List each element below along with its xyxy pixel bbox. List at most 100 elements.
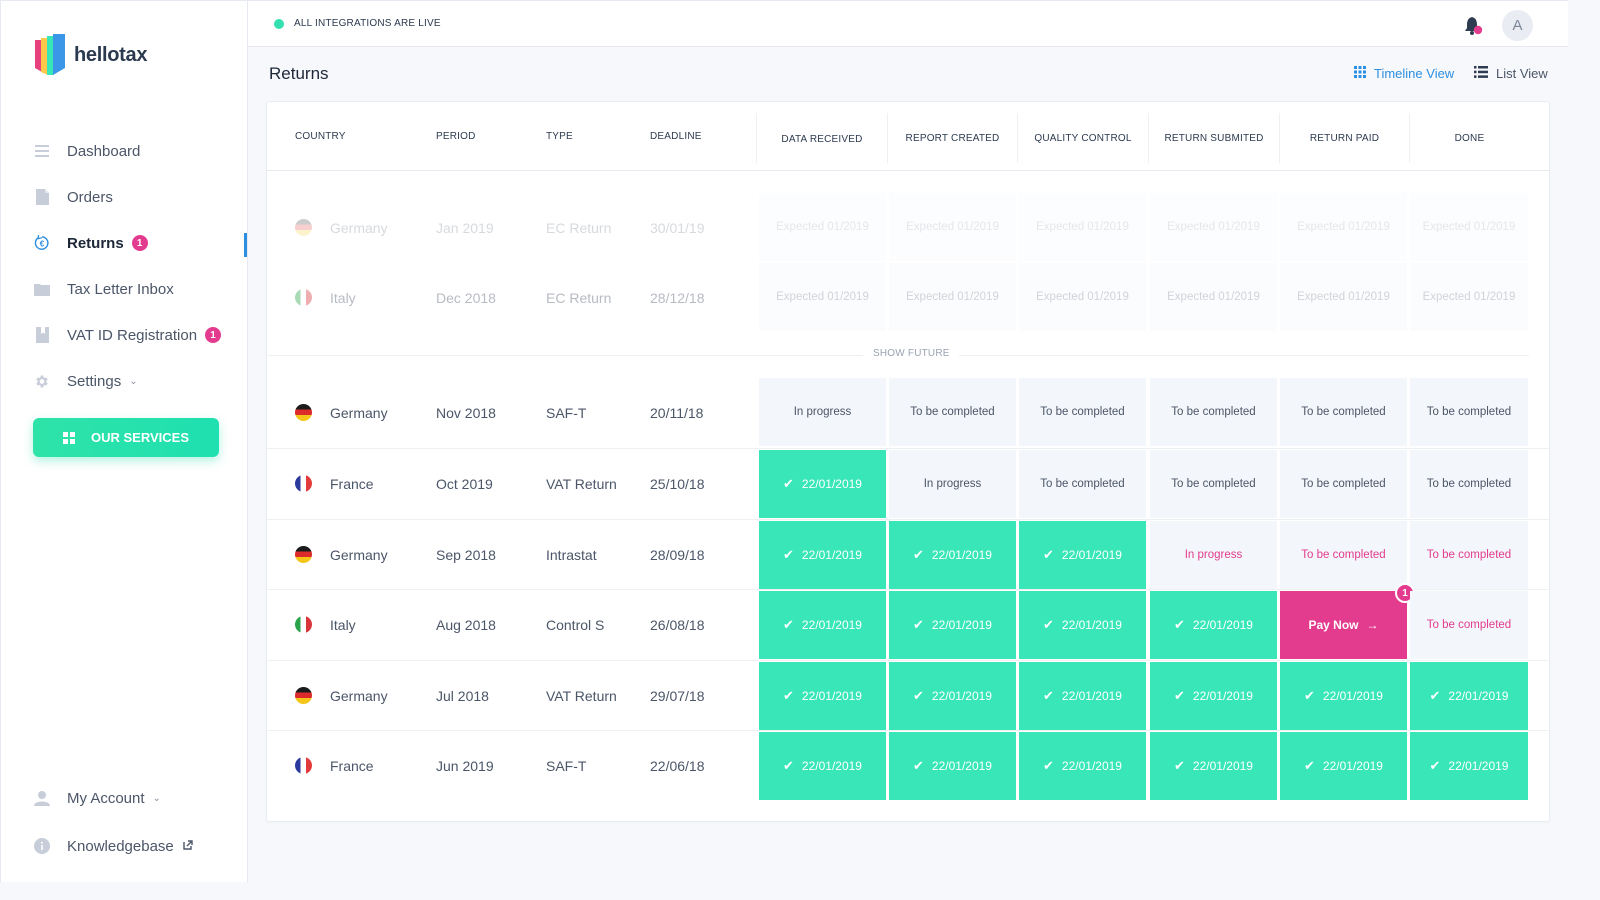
deadline-cell: 28/09/18 (650, 546, 705, 563)
stage-cell: ✔ 22/01/2019 (889, 732, 1016, 800)
deadline-cell: 25/10/18 (650, 476, 705, 493)
stage-status-text: 22/01/2019 (931, 547, 992, 562)
country-cell: Germany (330, 405, 388, 421)
status-text: ALL INTEGRATIONS ARE LIVE (294, 18, 441, 29)
sidebar-item-label: Returns (67, 234, 124, 252)
stage-status-text: Expected 01/2019 (776, 221, 869, 233)
table-row[interactable]: Germany Sep 2018 Intrastat 28/09/18 ✔ 22/01/2… (267, 518, 1549, 589)
check-icon: ✔ (1043, 546, 1054, 562)
column-header-return-submitted: RETURN SUBMITED (1148, 113, 1279, 163)
logo[interactable]: hellotax (35, 34, 147, 76)
period-cell: Jul 2018 (436, 687, 489, 704)
stage-status-text: 22/01/2019 (801, 759, 862, 773)
sidebar-item-returns[interactable]: € Returns 1 (1, 220, 248, 266)
stage-cell: ✔ 22/01/2019 (1410, 732, 1528, 800)
column-header-period[interactable]: PERIOD (436, 102, 476, 171)
show-future-divider: SHOW FUTURE (267, 348, 1549, 362)
period-cell: Sep 2018 (436, 546, 496, 563)
table-row[interactable]: France Jun 2019 SAF-T 22/06/18 ✔ 22/01/2019 ✔ 2… (267, 730, 1549, 800)
stage-status-text: 22/01/2019 (931, 688, 992, 703)
timeline-view-toggle[interactable]: Timeline View (1354, 66, 1454, 81)
table-row[interactable]: France Oct 2019 VAT Return 25/10/18 ✔ 22/01/2… (267, 448, 1549, 519)
avatar[interactable]: A (1502, 10, 1533, 41)
stage-status-text: Expected 01/2019 (1167, 221, 1260, 233)
check-icon: ✔ (1174, 758, 1185, 773)
table-row[interactable]: Italy Aug 2018 Control S 26/08/18 ✔ 22/01/201… (267, 583, 1549, 660)
show-future-button[interactable]: SHOW FUTURE (873, 348, 950, 359)
column-header-type[interactable]: TYPE (546, 102, 573, 171)
sidebar-bottom-nav: My Account ⌄ Knowledgebase (1, 775, 248, 869)
column-header-report-created: REPORT CREATED (887, 113, 1017, 163)
stage-cell: ✔ 22/01/2019 (1410, 661, 1528, 730)
stage-status-text: Expected 01/2019 (1036, 291, 1129, 303)
table-row[interactable]: Germany Jul 2018 VAT Return 29/07/18 ✔ 22/01/… (267, 659, 1549, 730)
avatar-initial: A (1512, 17, 1523, 34)
topbar: ALL INTEGRATIONS ARE LIVE A (248, 0, 1568, 47)
stage-cell: In progress (759, 378, 886, 446)
stage-status-text: Expected 01/2019 (906, 291, 999, 303)
sidebar-item-knowledgebase[interactable]: Knowledgebase (1, 823, 248, 869)
flag-it-icon (295, 289, 312, 306)
future-table-row[interactable]: Germany Jan 2019 EC Return 30/01/19 Expected… (267, 193, 1549, 263)
stage-cell: ✔ 22/01/2019 (1150, 591, 1277, 660)
deadline-cell: 30/01/19 (650, 220, 705, 236)
stage-cell: Expected 01/2019 (1410, 263, 1528, 331)
page-title: Returns (269, 64, 329, 83)
stage-cell: Expected 01/2019 (889, 263, 1016, 331)
stage-cell: To be completed (1150, 378, 1277, 446)
check-icon: ✔ (1174, 617, 1185, 633)
period-cell: Jun 2019 (436, 758, 494, 774)
flag-fr-icon (295, 757, 312, 774)
stage-cell: ✔ 22/01/2019 (1019, 732, 1146, 800)
deadline-cell: 20/11/18 (650, 405, 704, 421)
list-view-toggle[interactable]: List View (1474, 66, 1548, 81)
check-icon: ✔ (1304, 758, 1315, 773)
country-cell: Italy (330, 617, 356, 634)
sidebar-item-vat-id-registration[interactable]: VAT ID Registration 1 (1, 312, 248, 358)
svg-text:€: € (40, 240, 45, 249)
stage-cell: ✔ 22/01/2019 (759, 520, 886, 589)
sidebar-item-tax-letter-inbox[interactable]: Tax Letter Inbox (1, 266, 248, 312)
column-header-return-paid: RETURN PAID (1279, 113, 1409, 163)
stage-cell: ✔ 22/01/2019 (1280, 732, 1407, 800)
stage-status-text: To be completed (1426, 406, 1512, 418)
check-icon: ✔ (783, 758, 794, 773)
our-services-button[interactable]: OUR SERVICES (33, 418, 219, 457)
stage-cell: ✔ 22/01/2019 (1019, 520, 1146, 589)
notification-badge: 1 (131, 235, 148, 251)
column-header-deadline[interactable]: DEADLINE (650, 102, 702, 171)
sidebar-item-my-account[interactable]: My Account ⌄ (1, 775, 248, 821)
info-icon (34, 838, 50, 854)
returns-table: COUNTRY PERIOD TYPE DEADLINE DATA RECEIV… (266, 101, 1550, 822)
stage-cell: Expected 01/2019 (1280, 263, 1407, 331)
table-row[interactable]: Germany Nov 2018 SAF-T 20/11/18 In progress T… (267, 378, 1549, 448)
check-icon: ✔ (913, 687, 924, 703)
stage-cell: ✔ 22/01/2019 (1280, 661, 1407, 730)
deadline-cell: 26/08/18 (650, 617, 705, 634)
notifications-button[interactable] (1463, 15, 1483, 35)
sidebar-item-settings[interactable]: Settings ⌄ (1, 358, 248, 404)
future-table-row[interactable]: Italy Dec 2018 EC Return 28/12/18 Expected 0… (267, 263, 1549, 333)
sidebar-item-orders[interactable]: Orders (1, 174, 248, 220)
check-icon: ✔ (783, 687, 794, 703)
divider-line (267, 355, 863, 356)
stage-status-text: 22/01/2019 (801, 477, 862, 492)
check-icon: ✔ (913, 546, 924, 562)
check-icon: ✔ (1429, 758, 1441, 773)
folder-icon (34, 281, 50, 297)
type-cell: VAT Return (546, 476, 617, 493)
stage-status-text: 22/01/2019 (1061, 547, 1122, 562)
sidebar-item-dashboard[interactable]: Dashboard (1, 128, 248, 174)
stage-status-text: To be completed (1301, 478, 1386, 491)
type-cell: EC Return (546, 220, 612, 236)
check-icon: ✔ (1174, 687, 1185, 703)
grid-icon (62, 431, 75, 444)
flag-de-icon (295, 545, 312, 563)
stage-cell: ✔ 22/01/2019 (889, 661, 1016, 730)
pay-now-button[interactable]: Pay Now → 1 (1280, 583, 1415, 660)
stage-cell: To be completed (1410, 591, 1528, 660)
stage-status-text: 22/01/2019 (1192, 688, 1253, 703)
stage-status-text: Expected 01/2019 (1422, 291, 1516, 303)
period-cell: Nov 2018 (436, 405, 496, 421)
column-header-country[interactable]: COUNTRY (295, 102, 346, 171)
